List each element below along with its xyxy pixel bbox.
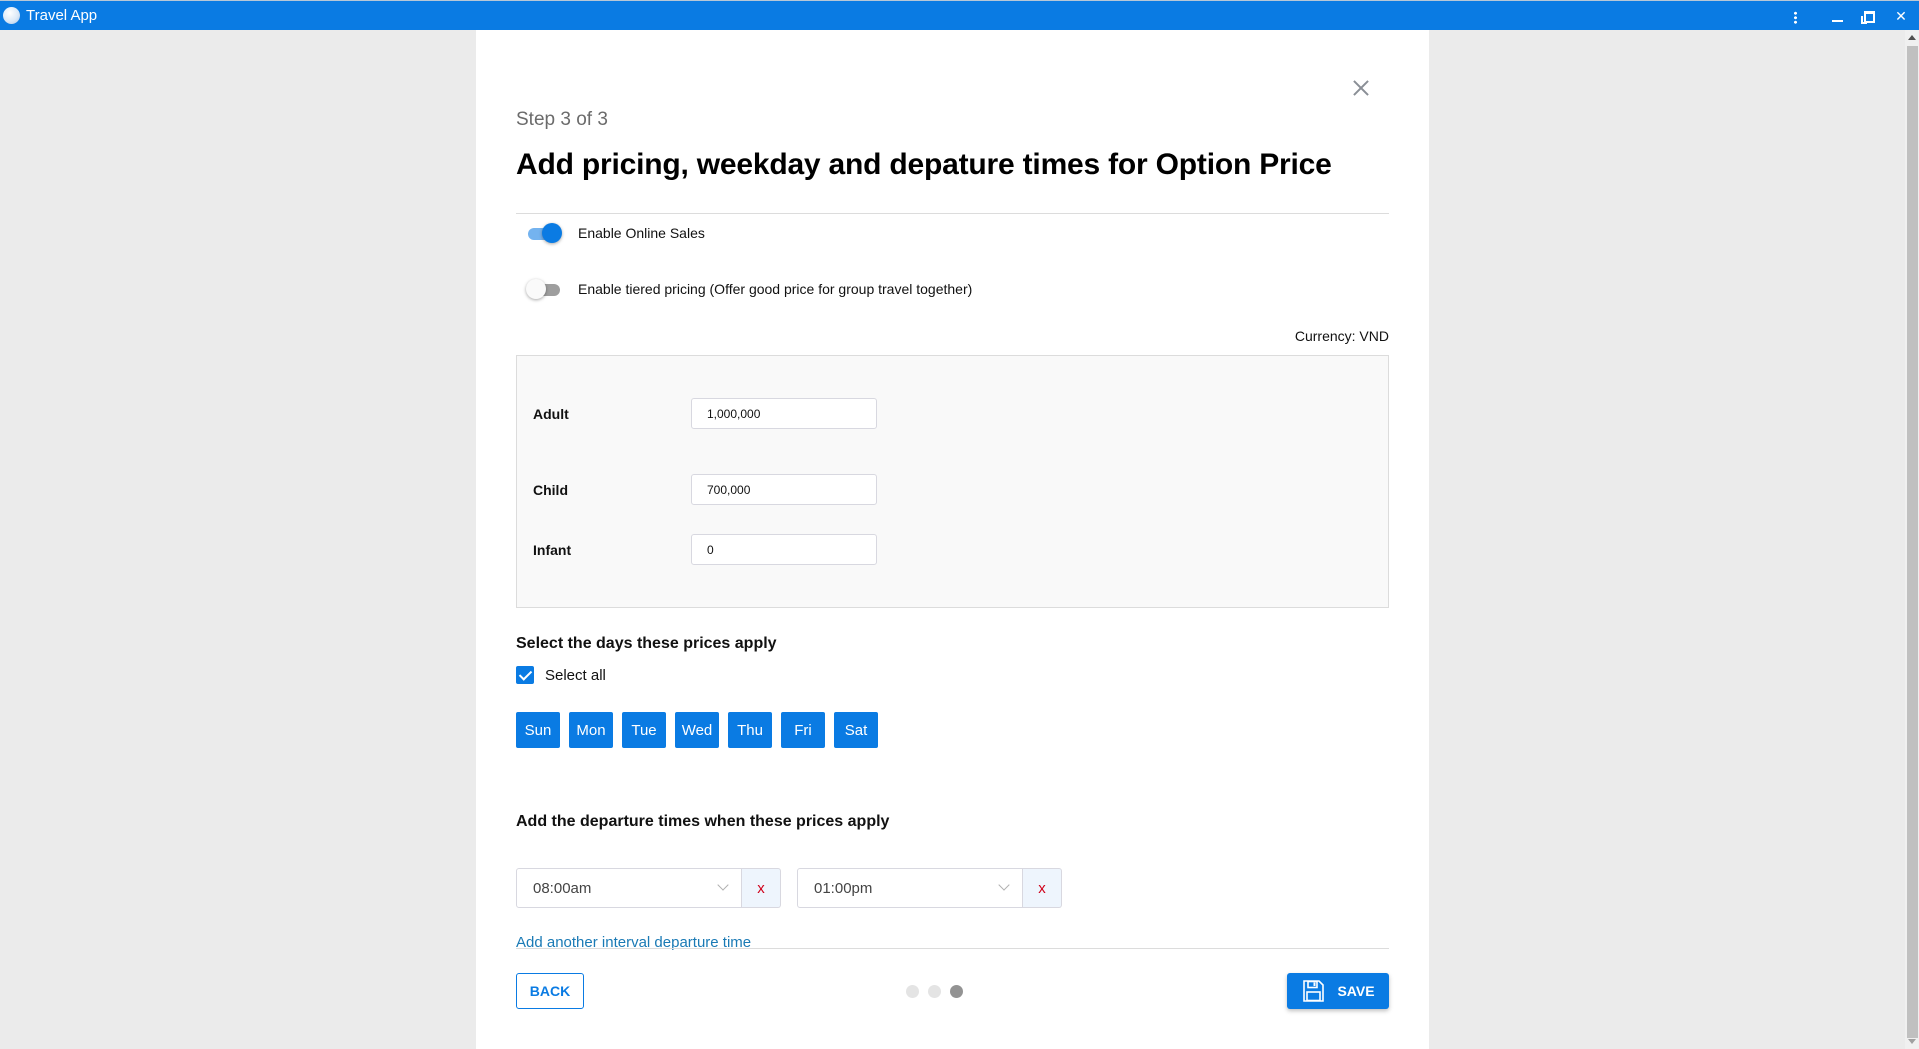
save-icon: [1303, 980, 1325, 1002]
currency-label: Currency: VND: [1294, 328, 1389, 344]
select-all-checkbox[interactable]: [516, 666, 534, 684]
remove-time-button[interactable]: x: [742, 868, 781, 908]
more-vert-icon: [1793, 10, 1797, 24]
save-button[interactable]: SAVE: [1287, 973, 1389, 1009]
step-dots: [906, 985, 963, 998]
header-divider: [516, 213, 1389, 214]
step-dot: [928, 985, 941, 998]
online-sales-toggle[interactable]: [526, 223, 562, 243]
day-button-fri[interactable]: Fri: [781, 712, 825, 748]
chevron-down-icon: [998, 879, 1010, 891]
scroll-down-arrow-icon[interactable]: [1908, 1039, 1916, 1044]
departure-time-group: 08:00am x: [516, 868, 781, 908]
price-label: Adult: [533, 405, 569, 422]
window-title: Travel App: [26, 7, 98, 24]
price-row-adult: Adult: [533, 398, 877, 429]
days-heading: Select the days these prices apply: [516, 635, 777, 652]
day-button-sat[interactable]: Sat: [834, 712, 878, 748]
selected-time: 08:00am: [533, 879, 592, 897]
price-row-child: Child: [533, 474, 877, 505]
restore-icon: [1860, 11, 1875, 25]
step-dot: [906, 985, 919, 998]
dialog-title: Add pricing, weekday and depature times …: [516, 148, 1332, 181]
price-label: Infant: [533, 541, 572, 558]
departure-time-group: 01:00pm x: [797, 868, 1062, 908]
infant-price-input[interactable]: [691, 534, 877, 565]
chevron-down-icon: [717, 879, 729, 891]
weekday-selector: Sun Mon Tue Wed Thu Fri Sat: [516, 712, 878, 748]
pricing-dialog: Step 3 of 3 Add pricing, weekday and dep…: [476, 30, 1429, 1049]
adult-price-input[interactable]: [691, 398, 877, 429]
step-dot-active: [950, 985, 963, 998]
toggle-knob: [542, 223, 562, 243]
departure-heading: Add the departure times when these price…: [516, 813, 890, 830]
day-button-sun[interactable]: Sun: [516, 712, 560, 748]
window-close-button[interactable]: ✕: [1886, 1, 1916, 31]
price-row-infant: Infant: [533, 534, 877, 565]
departure-time-select[interactable]: 01:00pm: [797, 868, 1023, 908]
vertical-scrollbar[interactable]: [1905, 30, 1919, 1049]
scrollbar-thumb[interactable]: [1907, 46, 1918, 1038]
app-logo-icon: [3, 7, 20, 24]
online-sales-toggle-row: Enable Online Sales: [526, 223, 705, 243]
window-title-bar: Travel App ✕: [0, 0, 1919, 30]
day-button-tue[interactable]: Tue: [622, 712, 666, 748]
window-minimize-button[interactable]: [1822, 1, 1852, 31]
window-menu-button[interactable]: [1780, 1, 1810, 31]
tiered-pricing-label: Enable tiered pricing (Offer good price …: [578, 281, 973, 297]
save-label: SAVE: [1337, 983, 1375, 999]
day-button-mon[interactable]: Mon: [569, 712, 613, 748]
tiered-pricing-toggle[interactable]: [526, 279, 562, 299]
day-button-wed[interactable]: Wed: [675, 712, 719, 748]
close-icon: ✕: [1895, 8, 1907, 24]
footer-divider: [516, 948, 1389, 949]
remove-time-button[interactable]: x: [1023, 868, 1062, 908]
dialog-close-button[interactable]: [1351, 78, 1371, 98]
minimize-icon: [1831, 20, 1843, 23]
window-restore-button[interactable]: [1854, 1, 1884, 31]
online-sales-label: Enable Online Sales: [578, 225, 705, 241]
scroll-up-arrow-icon[interactable]: [1908, 35, 1916, 40]
step-indicator: Step 3 of 3: [516, 109, 608, 130]
tiered-pricing-toggle-row: Enable tiered pricing (Offer good price …: [526, 279, 972, 299]
selected-time: 01:00pm: [814, 879, 873, 897]
select-all-label: Select all: [545, 666, 606, 684]
back-button[interactable]: BACK: [516, 973, 584, 1009]
price-label: Child: [533, 481, 568, 498]
child-price-input[interactable]: [691, 474, 877, 505]
toggle-knob: [526, 279, 546, 299]
departure-time-select[interactable]: 08:00am: [516, 868, 742, 908]
select-all-row: Select all: [516, 666, 606, 684]
day-button-thu[interactable]: Thu: [728, 712, 772, 748]
price-table: Adult Child Infant: [516, 355, 1389, 608]
